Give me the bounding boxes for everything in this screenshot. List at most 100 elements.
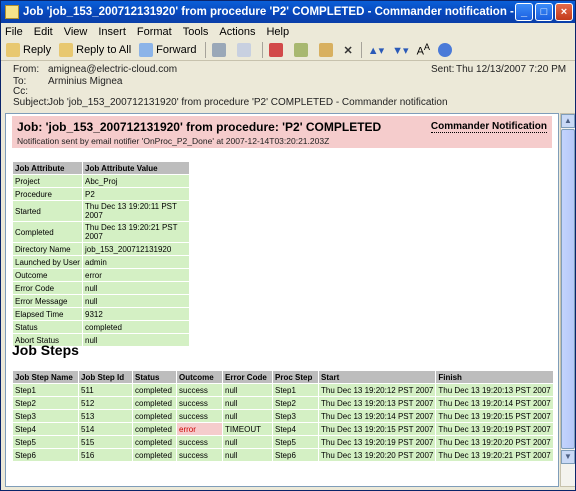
attribute-name-cell: Outcome: [13, 269, 82, 281]
attribute-name-cell: Started: [13, 201, 82, 221]
font-size-button[interactable]: AA: [414, 41, 433, 59]
reply-all-button[interactable]: Reply to All: [56, 41, 134, 59]
step-cell: Thu Dec 13 19:20:15 PST 2007: [436, 410, 553, 422]
close-button[interactable]: ×: [555, 3, 573, 21]
previous-item-button[interactable]: ▲▾: [365, 41, 387, 59]
step-cell: Thu Dec 13 19:20:19 PST 2007: [436, 423, 553, 435]
table-row: Project Abc_Proj: [13, 175, 189, 187]
commander-notification-link[interactable]: Commander Notification: [430, 121, 547, 133]
flag-button[interactable]: [266, 41, 289, 59]
step-cell: Step1: [13, 384, 78, 396]
menu-actions[interactable]: Actions: [219, 26, 255, 38]
table-row: Started Thu Dec 13 19:20:11 PST 2007: [13, 201, 189, 221]
step-cell: Step6: [13, 449, 78, 461]
attribute-name-cell: Error Message: [13, 295, 82, 307]
scroll-thumb[interactable]: [561, 129, 575, 449]
sent-value: Thu 12/13/2007 7:20 PM: [456, 64, 567, 75]
step-cell: success: [177, 410, 222, 422]
reply-all-icon: [59, 43, 74, 57]
attribute-value-cell: completed: [83, 321, 189, 333]
font-size-icon: AA: [416, 42, 431, 58]
from-value[interactable]: amignea@electric-cloud.com: [48, 64, 177, 75]
attribute-value-cell: null: [83, 295, 189, 307]
step-cell: 512: [79, 397, 132, 409]
copy-button[interactable]: [234, 41, 257, 59]
step-cell: success: [177, 449, 222, 461]
menu-insert[interactable]: Insert: [98, 26, 126, 38]
column-header: Finish: [436, 371, 553, 383]
minimize-button[interactable]: _: [515, 3, 533, 21]
subject-row: Subject:Job 'job_153_200712131920' from …: [13, 97, 448, 108]
table-row: Error Code null: [13, 282, 189, 294]
step-cell: Thu Dec 13 19:20:15 PST 2007: [319, 423, 436, 435]
menu-file[interactable]: File: [5, 26, 23, 38]
table-header-row: Job Step Name Job Step Id Status Outcome…: [13, 371, 553, 383]
table-row: Outcome error: [13, 269, 189, 281]
step-cell: Step2: [13, 397, 78, 409]
column-header: Outcome: [177, 371, 222, 383]
down-arrow-icon: ▼▾: [392, 44, 409, 57]
forward-button[interactable]: Forward: [136, 41, 199, 59]
step-cell: Step2: [273, 397, 318, 409]
menu-edit[interactable]: Edit: [34, 26, 53, 38]
menu-bar: File Edit View Insert Format Tools Actio…: [1, 23, 575, 40]
step-cell: completed: [133, 410, 176, 422]
step-cell: Thu Dec 13 19:20:14 PST 2007: [319, 410, 436, 422]
step-cell: success: [177, 436, 222, 448]
flag-icon: [268, 43, 283, 57]
step-cell: Thu Dec 13 19:20:13 PST 2007: [436, 384, 553, 396]
addressbook-button[interactable]: [316, 41, 339, 59]
table-row: Step3 513 completed success null Step3 Thu Dec…: [13, 410, 553, 422]
step-cell: Thu Dec 13 19:20:13 PST 2007: [319, 397, 436, 409]
step-cell: 513: [79, 410, 132, 422]
job-steps-heading: Job Steps: [12, 342, 79, 358]
step-cell: Thu Dec 13 19:20:14 PST 2007: [436, 397, 553, 409]
maximize-button[interactable]: □: [535, 3, 553, 21]
scroll-up-icon[interactable]: ▲: [561, 114, 575, 128]
menu-view[interactable]: View: [64, 26, 88, 38]
menu-tools[interactable]: Tools: [183, 26, 209, 38]
step-cell: 515: [79, 436, 132, 448]
step-cell: null: [223, 397, 272, 409]
to-value[interactable]: Arminius Mignea: [48, 76, 122, 87]
delete-button[interactable]: ✕: [341, 41, 356, 59]
attribute-value-cell: job_153_200712131920: [83, 243, 189, 255]
cc-row: Cc:: [13, 86, 28, 97]
menu-format[interactable]: Format: [137, 26, 172, 38]
attribute-name-cell: Directory Name: [13, 243, 82, 255]
reply-button[interactable]: Reply: [3, 41, 54, 59]
menu-help[interactable]: Help: [266, 26, 289, 38]
message-window: Job 'job_153_200712131920' from procedur…: [0, 0, 576, 491]
help-button[interactable]: [435, 41, 458, 59]
banner-title: Job: 'job_153_200712131920' from procedu…: [17, 120, 382, 134]
step-cell: success: [177, 384, 222, 396]
help-icon: [438, 43, 453, 57]
notification-banner: Job: 'job_153_200712131920' from procedu…: [12, 116, 552, 148]
categorize-button[interactable]: [291, 41, 314, 59]
column-header: Job Step Name: [13, 371, 78, 383]
step-cell: null: [223, 384, 272, 396]
attribute-name-cell: Error Code: [13, 282, 82, 294]
vertical-scrollbar[interactable]: ▲ ▼: [560, 113, 575, 487]
forward-icon: [139, 43, 154, 57]
column-header: Status: [133, 371, 176, 383]
attribute-value-cell: error: [83, 269, 189, 281]
title-bar[interactable]: Job 'job_153_200712131920' from procedur…: [1, 1, 575, 23]
attribute-value-cell: null: [83, 334, 189, 346]
attribute-name-cell: Status: [13, 321, 82, 333]
table-row: Step6 516 completed success null Step6 Thu Dec…: [13, 449, 553, 461]
table-row: Completed Thu Dec 13 19:20:21 PST 2007: [13, 222, 189, 242]
step-cell: completed: [133, 397, 176, 409]
print-button[interactable]: [209, 41, 232, 59]
toolbar-separator: [261, 42, 263, 58]
copy-icon: [236, 43, 251, 57]
step-cell: 511: [79, 384, 132, 396]
category-icon: [293, 43, 308, 57]
attribute-value-cell: 9312: [83, 308, 189, 320]
step-cell: Step6: [273, 449, 318, 461]
next-item-button[interactable]: ▼▾: [389, 41, 411, 59]
scroll-down-icon[interactable]: ▼: [561, 450, 575, 464]
job-steps-table: Job Step Name Job Step Id Status Outcome…: [12, 370, 554, 462]
attribute-name-cell: Launched by User: [13, 256, 82, 268]
banner-subtitle: Notification sent by email notifier 'OnP…: [17, 136, 330, 146]
